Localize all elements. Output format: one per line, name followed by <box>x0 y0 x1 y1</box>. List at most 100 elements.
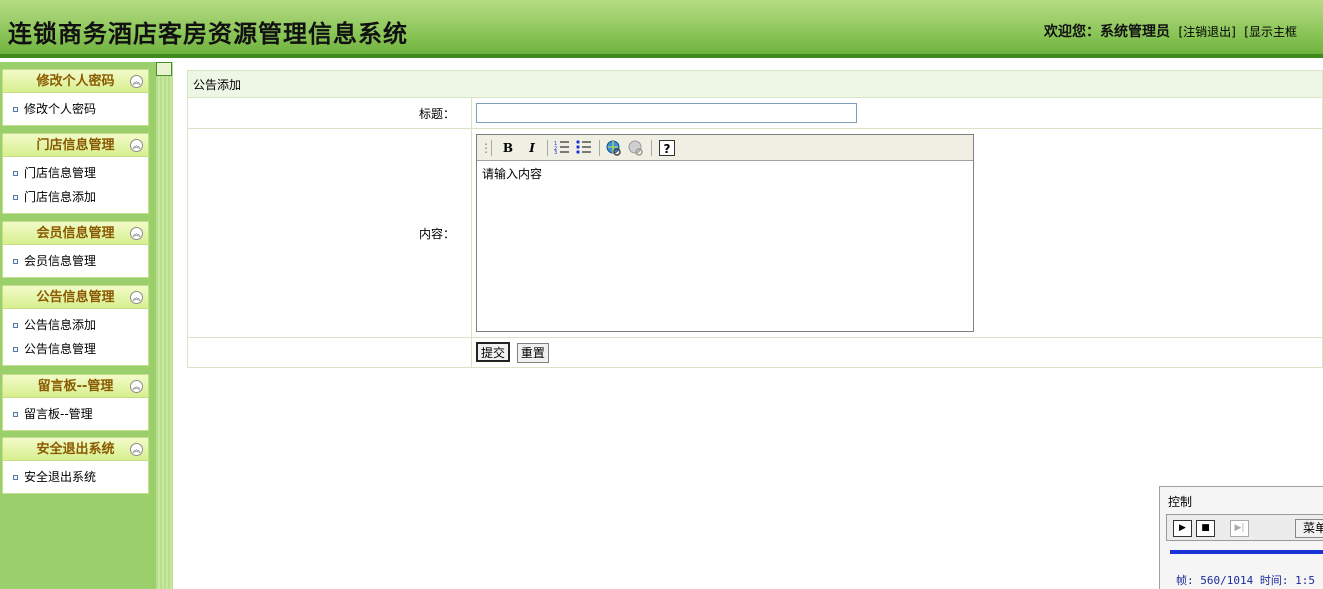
collapse-icon[interactable]: ︽ <box>130 291 143 304</box>
help-button[interactable]: ? <box>659 140 675 156</box>
sidebar-item-label: 公告信息添加 <box>24 318 97 332</box>
menu-body: 会员信息管理 <box>2 245 149 278</box>
sidebar-item-store-manage[interactable]: 门店信息管理 <box>3 161 148 185</box>
menu-head-notice[interactable]: 公告信息管理 ︽ <box>2 285 149 309</box>
menu-head-label: 会员信息管理 <box>36 226 115 241</box>
menu-head-member[interactable]: 会员信息管理 ︽ <box>2 221 149 245</box>
menu-head-store[interactable]: 门店信息管理 ︽ <box>2 133 149 157</box>
menu-group-store: 门店信息管理 ︽ 门店信息管理 门店信息添加 <box>2 133 149 214</box>
control-toolbar: ▶ ■ ▶| 菜单 <box>1166 514 1323 541</box>
playback-progress-bar[interactable] <box>1170 550 1323 554</box>
show-main-frame-link[interactable]: [显示主框 <box>1244 25 1297 39</box>
logout-link[interactable]: [注销退出] <box>1178 25 1235 39</box>
bullet-icon <box>13 412 18 417</box>
menu-group-password: 修改个人密码 ︽ 修改个人密码 <box>2 69 149 126</box>
playback-status: 帧: 560/1014 时间: 1:5 <box>1176 574 1315 587</box>
editor-toolbar: ⋮ B I 123 ? <box>477 135 973 161</box>
collapse-icon[interactable]: ︽ <box>130 139 143 152</box>
menu-head-guestbook[interactable]: 留言板--管理 ︽ <box>2 374 149 398</box>
collapse-icon[interactable]: ︽ <box>130 227 143 240</box>
sidebar-item-label: 安全退出系统 <box>24 470 97 484</box>
bullet-icon <box>13 347 18 352</box>
bullet-icon <box>13 171 18 176</box>
sidebar-item-member-manage[interactable]: 会员信息管理 <box>3 249 148 273</box>
sidebar-item-label: 门店信息添加 <box>24 190 97 204</box>
ordered-list-icon[interactable]: 123 <box>553 140 571 156</box>
menu-head-password[interactable]: 修改个人密码 ︽ <box>2 69 149 93</box>
button-cell: 提交 重置 <box>471 337 1323 368</box>
editor-content[interactable]: 请输入内容 <box>477 161 973 331</box>
menu-body: 修改个人密码 <box>2 93 149 126</box>
submit-button[interactable]: 提交 <box>476 342 511 363</box>
menu-head-label: 门店信息管理 <box>36 138 115 153</box>
menu-body: 安全退出系统 <box>2 461 149 494</box>
control-title: 控制 <box>1168 495 1193 509</box>
notice-form: 公告添加 标题： 内容： ⋮ B I 123 ? 请输入内容 提交 重置 <box>187 70 1323 368</box>
unordered-list-icon[interactable] <box>575 140 593 156</box>
title-input[interactable] <box>476 103 857 123</box>
bullet-icon <box>13 107 18 112</box>
menu-head-label: 公告信息管理 <box>36 290 115 305</box>
playback-control-panel: 控制 ▶ ■ ▶| 菜单 帧: 560/1014 时间: 1:5 <box>1159 486 1323 589</box>
sidebar-item-label: 门店信息管理 <box>24 166 97 180</box>
form-caption: 公告添加 <box>187 70 1323 98</box>
menu-head-exit[interactable]: 安全退出系统 ︽ <box>2 437 149 461</box>
next-frame-icon: ▶| <box>1230 520 1249 537</box>
menu-body: 公告信息添加 公告信息管理 <box>2 309 149 366</box>
menu-body: 留言板--管理 <box>2 398 149 431</box>
toolbar-separator <box>651 140 652 156</box>
play-icon[interactable]: ▶ <box>1173 520 1192 537</box>
content-cell: ⋮ B I 123 ? 请输入内容 <box>471 128 1323 338</box>
collapse-icon[interactable]: ︽ <box>130 443 143 456</box>
stop-icon[interactable]: ■ <box>1196 520 1215 537</box>
site-title: 连锁商务酒店客房资源管理信息系统 <box>8 19 408 48</box>
title-cell <box>471 97 1323 129</box>
content-label: 内容： <box>187 128 472 338</box>
bullet-icon <box>13 475 18 480</box>
frame-splitter[interactable] <box>156 62 173 589</box>
menu-head-label: 安全退出系统 <box>36 442 115 457</box>
rich-text-editor: ⋮ B I 123 ? 请输入内容 <box>476 134 974 332</box>
sidebar-item-label: 公告信息管理 <box>24 342 97 356</box>
sidebar-item-label: 会员信息管理 <box>24 254 97 268</box>
bullet-icon <box>13 195 18 200</box>
toolbar-separator <box>547 140 548 156</box>
welcome-area: 欢迎您：系统管理员 [注销退出] [显示主框 <box>1044 21 1297 41</box>
sidebar-item-guestbook-manage[interactable]: 留言板--管理 <box>3 402 148 426</box>
menu-body: 门店信息管理 门店信息添加 <box>2 157 149 214</box>
sidebar-item-store-add[interactable]: 门店信息添加 <box>3 185 148 209</box>
sidebar-item-exit[interactable]: 安全退出系统 <box>3 465 148 489</box>
menu-group-guestbook: 留言板--管理 ︽ 留言板--管理 <box>2 374 149 431</box>
toolbar-handle-icon: ⋮ <box>480 141 492 155</box>
italic-button[interactable]: I <box>523 140 541 156</box>
menu-head-label: 修改个人密码 <box>36 74 115 89</box>
sidebar-item-change-password[interactable]: 修改个人密码 <box>3 97 148 121</box>
welcome-text: 欢迎您：系统管理员 <box>1044 24 1170 40</box>
title-label: 标题： <box>187 97 472 129</box>
menu-group-notice: 公告信息管理 ︽ 公告信息添加 公告信息管理 <box>2 285 149 366</box>
bold-button[interactable]: B <box>499 140 517 156</box>
bullet-icon <box>13 259 18 264</box>
insert-link-icon[interactable] <box>605 140 623 156</box>
menu-group-member: 会员信息管理 ︽ 会员信息管理 <box>2 221 149 278</box>
collapse-icon[interactable]: ︽ <box>130 380 143 393</box>
toolbar-separator <box>491 140 492 156</box>
reset-button[interactable]: 重置 <box>516 342 549 363</box>
remove-link-icon <box>627 140 645 156</box>
sidebar: 修改个人密码 ︽ 修改个人密码 门店信息管理 ︽ 门店信息管理 门店信息添加 会员信… <box>0 62 156 589</box>
sidebar-item-notice-add[interactable]: 公告信息添加 <box>3 313 148 337</box>
toggle-sidebar-button[interactable] <box>156 62 172 76</box>
menu-group-exit: 安全退出系统 ︽ 安全退出系统 <box>2 437 149 494</box>
sidebar-item-label: 修改个人密码 <box>24 102 97 116</box>
sidebar-item-notice-manage[interactable]: 公告信息管理 <box>3 337 148 361</box>
collapse-icon[interactable]: ︽ <box>130 75 143 88</box>
toolbar-separator <box>599 140 600 156</box>
bullet-icon <box>13 323 18 328</box>
main-content: 公告添加 标题： 内容： ⋮ B I 123 ? 请输入内容 提交 重置 <box>187 70 1323 368</box>
svg-text:3: 3 <box>554 150 557 154</box>
menu-head-label: 留言板--管理 <box>37 379 114 394</box>
control-menu-button[interactable]: 菜单 <box>1295 519 1323 538</box>
sidebar-item-label: 留言板--管理 <box>24 407 93 421</box>
empty-label-cell <box>187 337 472 368</box>
header: 连锁商务酒店客房资源管理信息系统 欢迎您：系统管理员 [注销退出] [显示主框 <box>0 0 1323 58</box>
